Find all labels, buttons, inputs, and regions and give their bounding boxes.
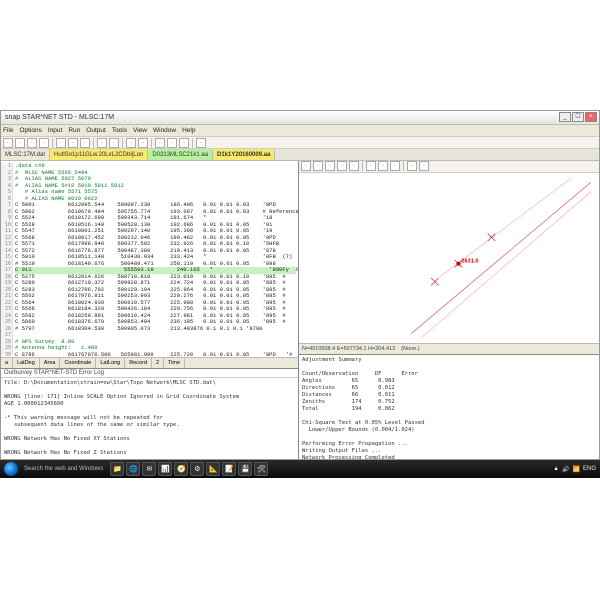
- workspace: 1 2 3 4 5 6 7 8 9 10 11 12 13 14 15 16 1…: [1, 161, 599, 459]
- undo-icon[interactable]: ·: [97, 138, 107, 148]
- cut-icon[interactable]: ·: [56, 138, 66, 148]
- open-icon[interactable]: ·: [15, 138, 25, 148]
- taskbar-app[interactable]: 💾: [238, 462, 252, 476]
- window-title: snap STAR*NET STD - MLSC:17M: [5, 114, 114, 121]
- line-gutter: 1 2 3 4 5 6 7 8 9 10 11 12 13 14 15 16 1…: [1, 163, 13, 355]
- plot-icon[interactable]: ·: [155, 138, 165, 148]
- copy-icon[interactable]: ·: [68, 138, 78, 148]
- snap-icon[interactable]: ·: [378, 161, 388, 171]
- bottom-tab-area[interactable]: Area: [40, 358, 61, 368]
- taskbar-app[interactable]: 📝: [222, 462, 236, 476]
- bottom-tab-time[interactable]: Time: [164, 358, 185, 368]
- taskbar-search[interactable]: Search the web and Windows: [24, 466, 103, 472]
- status-extra: (None.): [401, 346, 419, 352]
- taskbar-app[interactable]: 📐: [206, 462, 220, 476]
- zoom-out-icon[interactable]: ·: [179, 138, 189, 148]
- taskbar-app[interactable]: ✉: [142, 462, 156, 476]
- taskbar-app[interactable]: 📁: [110, 462, 124, 476]
- menu-options[interactable]: Options: [19, 127, 41, 134]
- pan-icon[interactable]: ·: [313, 161, 323, 171]
- tray-icon[interactable]: ▲: [553, 466, 559, 472]
- measure-icon[interactable]: ·: [366, 161, 376, 171]
- menu-view[interactable]: View: [133, 127, 147, 134]
- app-window: snap STAR*NET STD - MLSC:17M _ ☐ × File O…: [0, 110, 600, 460]
- file-tabstrip: MLSC:17M.datHutlSo1p11GLw.20LxL2CDbIjLon…: [1, 149, 599, 161]
- bottom-tab-a[interactable]: a: [1, 358, 13, 368]
- system-tray: ▲🔊 📶ENG: [553, 466, 596, 473]
- file-tab[interactable]: D0313MLSC21k1.aa: [148, 149, 213, 160]
- select-icon[interactable]: ·: [301, 161, 311, 171]
- bottom-tab-record[interactable]: Record: [125, 358, 152, 368]
- taskbar-app[interactable]: 🌐: [126, 462, 140, 476]
- refresh-icon[interactable]: ·: [419, 161, 429, 171]
- menu-help[interactable]: Help: [182, 127, 195, 134]
- grid-icon[interactable]: ·: [390, 161, 400, 171]
- taskbar-apps: 📁🌐✉📊🧭⚙📐📝💾🛠: [109, 462, 269, 476]
- zoom-ext-icon[interactable]: ·: [337, 161, 347, 171]
- results-panel[interactable]: Adjustment Summary Count/Observation DF …: [299, 354, 599, 459]
- window-buttons: _ ☐ ×: [559, 112, 597, 122]
- bottom-tab-2[interactable]: 2: [152, 358, 164, 368]
- right-column: ··········: [299, 161, 599, 459]
- maximize-button[interactable]: ☐: [572, 112, 584, 122]
- file-tab[interactable]: D1k1Y20160009.aa: [213, 149, 275, 160]
- rotate-icon[interactable]: ·: [349, 161, 359, 171]
- main-toolbar: ···············: [1, 137, 599, 149]
- menu-tools[interactable]: Tools: [112, 127, 127, 134]
- menu-run[interactable]: Run: [68, 127, 80, 134]
- zoom-in-icon[interactable]: ·: [167, 138, 177, 148]
- bottom-tab-latdeg[interactable]: LatDeg: [13, 358, 40, 368]
- point-label: 2631.0: [461, 259, 478, 265]
- menu-input[interactable]: Input: [48, 127, 62, 134]
- code-line[interactable]: # 5797 6618304.530 500905.073 213.403876…: [15, 325, 263, 332]
- left-column: 1 2 3 4 5 6 7 8 9 10 11 12 13 14 15 16 1…: [1, 161, 299, 459]
- menu-output[interactable]: Output: [86, 127, 106, 134]
- error-log-panel: Ourburvey STAR*NET-STD Error Log file: D…: [1, 368, 298, 459]
- menu-bar: File Options Input Run Output Tools View Window…: [1, 125, 599, 137]
- network-plot[interactable]: 2631.0: [299, 173, 599, 343]
- viewport-toolbar: ··········: [299, 161, 599, 173]
- tray-icon[interactable]: ENG: [583, 466, 596, 472]
- taskbar-app[interactable]: 🧭: [174, 462, 188, 476]
- bottom-tab-coordinate[interactable]: Coordinate: [60, 358, 96, 368]
- help-icon[interactable]: ·: [196, 138, 206, 148]
- taskbar-app[interactable]: 📊: [158, 462, 172, 476]
- code-line[interactable]: C 5571 6612240.763 507107.846 218.526 * …: [296, 266, 298, 273]
- code-editor[interactable]: 1 2 3 4 5 6 7 8 9 10 11 12 13 14 15 16 1…: [1, 161, 298, 357]
- layers-icon[interactable]: ·: [407, 161, 417, 171]
- minimize-button[interactable]: _: [559, 112, 571, 122]
- start-button[interactable]: [4, 462, 18, 476]
- redo-icon[interactable]: ·: [109, 138, 119, 148]
- window-titlebar[interactable]: snap STAR*NET STD - MLSC:17M _ ☐ ×: [1, 111, 599, 125]
- status-coords: N=4010508.4 E=507734.1 H=204.413: [302, 346, 395, 352]
- taskbar-app[interactable]: 🛠: [254, 462, 268, 476]
- map-viewport[interactable]: 2631.0: [299, 173, 599, 343]
- windows-taskbar: Search the web and Windows 📁🌐✉📊🧭⚙📐📝💾🛠 ▲🔊…: [0, 460, 600, 478]
- file-tab[interactable]: MLSC:17M.dat: [1, 149, 50, 160]
- viewport-status: N=4010508.4 E=507734.1 H=204.413 (None.): [299, 343, 599, 354]
- code-line[interactable]: C 8786 661767076.500 565981.989 225.720 …: [15, 351, 296, 358]
- bottom-tab-latlong[interactable]: LatLong: [96, 358, 125, 368]
- zoom-icon[interactable]: ·: [325, 161, 335, 171]
- menu-file[interactable]: File: [3, 127, 13, 134]
- editor-bottom-tabs: aLatDegAreaCoordinateLatLongRecord2Time: [1, 357, 298, 368]
- taskbar-app[interactable]: ⚙: [190, 462, 204, 476]
- adjust-icon[interactable]: ·: [138, 138, 148, 148]
- error-log-title: Ourburvey STAR*NET-STD Error Log: [1, 369, 298, 378]
- code-body[interactable]: .data c#9 # MLSC NAME 5565 5494 # ALIAS …: [15, 163, 296, 357]
- new-icon[interactable]: ·: [3, 138, 13, 148]
- tray-icon[interactable]: 📶: [573, 466, 580, 473]
- tray-icon[interactable]: 🔊: [562, 466, 569, 473]
- print-icon[interactable]: ·: [39, 138, 49, 148]
- menu-window[interactable]: Window: [153, 127, 176, 134]
- file-tab[interactable]: HutlSo1p11GLw.20LxL2CDbIjLon: [50, 149, 148, 160]
- paste-icon[interactable]: ·: [80, 138, 90, 148]
- save-icon[interactable]: ·: [27, 138, 37, 148]
- error-log-body[interactable]: file: D:\Documentation\strain=ow\Star\To…: [1, 378, 298, 459]
- close-button[interactable]: ×: [585, 112, 597, 122]
- run-icon[interactable]: ·: [126, 138, 136, 148]
